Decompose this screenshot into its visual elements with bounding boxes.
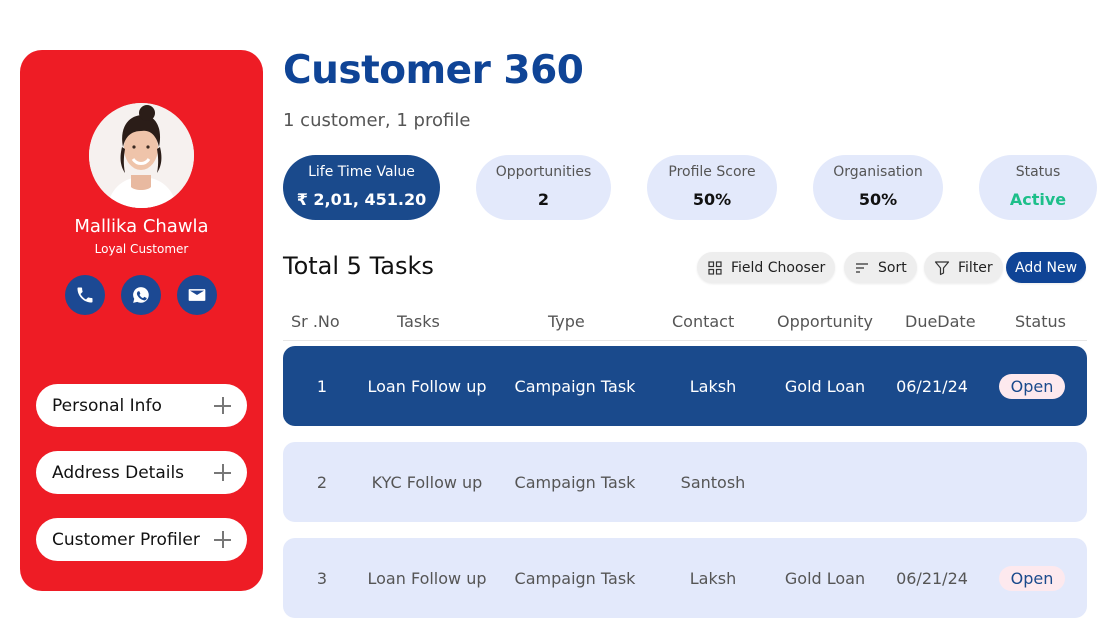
- column-header-tasks: Tasks: [397, 312, 440, 331]
- cell-opportunity: Gold Loan: [784, 568, 866, 588]
- expand-plus-icon[interactable]: [214, 531, 231, 548]
- cell-opportunity: [771, 442, 879, 522]
- add-new-label: Add New: [1015, 259, 1078, 276]
- customer-tag: Loyal Customer: [94, 242, 189, 256]
- expand-plus-icon[interactable]: [214, 464, 231, 481]
- cell-due-date: 06/21/24: [896, 568, 968, 588]
- cell-contact: Laksh: [689, 568, 737, 588]
- column-header-status: Status: [1015, 312, 1066, 331]
- expand-plus-icon[interactable]: [214, 397, 231, 414]
- column-header-sr-no: Sr .No: [291, 312, 340, 331]
- stat-value: 2: [537, 190, 550, 209]
- stat-profile-score: Profile Score 50%: [647, 155, 777, 220]
- section-label: Personal Info: [52, 395, 162, 416]
- stat-label: Status: [1015, 164, 1061, 180]
- stat-value: Active: [1009, 190, 1067, 209]
- table-row[interactable]: 3 Loan Follow up Campaign Task Laksh Gol…: [283, 538, 1087, 618]
- table-header-divider: [283, 340, 1087, 341]
- stat-opportunities: Opportunities 2: [476, 155, 611, 220]
- cell-type: Campaign Task: [514, 472, 636, 492]
- filter-button[interactable]: Filter: [924, 252, 1003, 283]
- cell-contact: Santosh: [680, 472, 746, 492]
- whatsapp-icon: [133, 287, 149, 303]
- customer-avatar: [89, 103, 194, 208]
- email-icon: [188, 289, 206, 301]
- table-row[interactable]: 2 KYC Follow up Campaign Task Santosh: [283, 442, 1087, 522]
- cell-type: Campaign Task: [514, 568, 636, 588]
- cell-type: Campaign Task: [514, 376, 636, 396]
- field-chooser-label: Field Chooser: [731, 259, 826, 276]
- cell-task: Loan Follow up: [367, 568, 487, 588]
- cell-contact: Laksh: [689, 376, 737, 396]
- cell-sr-no: 1: [316, 376, 328, 396]
- grid-icon: [708, 260, 722, 275]
- stat-lifetime-value: Life Time Value ₹ 2,01, 451.20: [283, 155, 440, 220]
- stat-label: Life Time Value: [308, 164, 415, 180]
- stat-label: Opportunities: [495, 164, 592, 180]
- customer-name: Mallika Chawla: [74, 216, 209, 237]
- cell-task: KYC Follow up: [371, 472, 483, 492]
- stat-label: Profile Score: [668, 164, 756, 180]
- section-label: Customer Profiler: [52, 529, 200, 550]
- whatsapp-button[interactable]: [121, 275, 161, 315]
- sort-label: Sort: [878, 259, 907, 276]
- address-details-section[interactable]: Address Details: [36, 451, 247, 494]
- customer-profile-card: Mallika Chawla Loyal Customer Personal I…: [20, 50, 263, 591]
- field-chooser-button[interactable]: Field Chooser: [697, 252, 836, 283]
- cell-sr-no: 3: [316, 568, 328, 588]
- stat-organisation: Organisation 50%: [813, 155, 943, 220]
- cell-status: Open: [987, 346, 1077, 426]
- stat-status: Status Active: [979, 155, 1097, 220]
- call-button[interactable]: [65, 275, 105, 315]
- customer-profiler-section[interactable]: Customer Profiler: [36, 518, 247, 561]
- cell-sr-no: 2: [316, 472, 328, 492]
- column-header-opportunity: Opportunity: [777, 312, 874, 331]
- filter-icon: [934, 260, 950, 275]
- page-subtitle: 1 customer, 1 profile: [283, 110, 471, 131]
- cell-task: Loan Follow up: [367, 376, 487, 396]
- stat-value: ₹ 2,01, 451.20: [296, 190, 427, 209]
- cell-status: [987, 442, 1077, 522]
- column-header-contact: Contact: [672, 312, 735, 331]
- column-header-duedate: DueDate: [905, 312, 976, 331]
- avatar-illustration: [89, 103, 194, 208]
- filter-label: Filter: [958, 259, 993, 276]
- cell-opportunity: Gold Loan: [784, 376, 866, 396]
- cell-due-date: 06/21/24: [896, 376, 968, 396]
- tasks-heading: Total 5 Tasks: [283, 252, 434, 280]
- stat-value: 50%: [858, 190, 898, 209]
- page-title: Customer 360: [283, 48, 584, 93]
- cell-due-date: [887, 442, 977, 522]
- table-row[interactable]: 1 Loan Follow up Campaign Task Laksh Gol…: [283, 346, 1087, 426]
- section-label: Address Details: [52, 462, 185, 483]
- sort-button[interactable]: Sort: [844, 252, 917, 283]
- add-new-button[interactable]: Add New: [1006, 252, 1087, 283]
- status-badge: Open: [998, 565, 1066, 591]
- personal-info-section[interactable]: Personal Info: [36, 384, 247, 427]
- email-button[interactable]: [177, 275, 217, 315]
- stat-label: Organisation: [833, 164, 923, 180]
- phone-icon: [77, 287, 93, 303]
- cell-status: Open: [987, 538, 1077, 618]
- sort-icon: [856, 262, 868, 273]
- stat-value: 50%: [692, 190, 732, 209]
- status-badge: Open: [998, 373, 1066, 399]
- column-header-type: Type: [548, 312, 585, 331]
